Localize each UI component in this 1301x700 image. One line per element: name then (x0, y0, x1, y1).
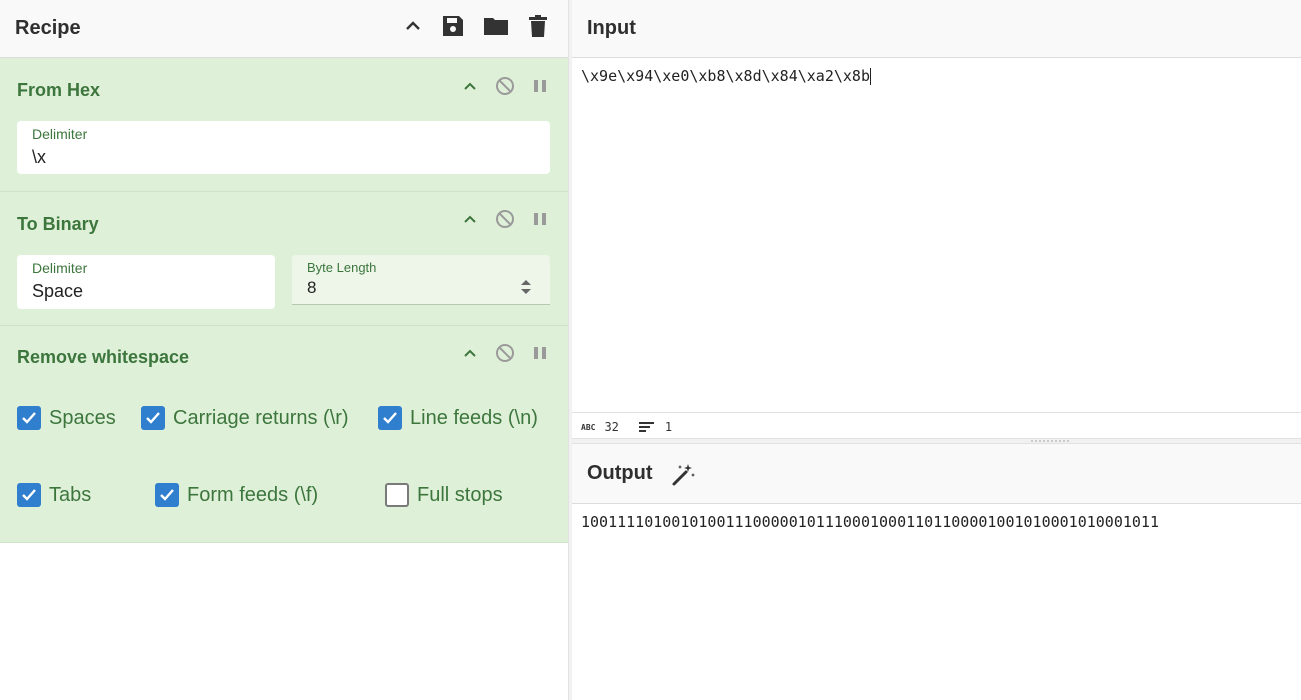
disable-icon[interactable] (494, 208, 515, 229)
operation-from-hex: From Hex Delimiter \x (0, 58, 568, 192)
pane-divider[interactable] (568, 0, 572, 700)
operation-to-binary: To Binary Delimiter Space Byte Length 8 (0, 192, 568, 326)
input-title: Input (587, 17, 636, 39)
stepper-icon[interactable] (520, 277, 532, 302)
checkbox-unchecked-icon[interactable] (385, 483, 409, 507)
checkbox-full-stops[interactable]: Full stops (385, 483, 503, 507)
output-title: Output (587, 462, 653, 484)
chevron-up-icon[interactable] (403, 16, 423, 41)
checkbox-label: Full stops (417, 483, 503, 506)
field-label: Byte Length (307, 260, 377, 275)
operation-remove-whitespace: Remove whitespace Spaces Carriage return… (0, 326, 568, 543)
checkbox-label: Carriage returns (\r) (173, 406, 349, 429)
checkbox-label: Form feeds (\f) (187, 483, 319, 506)
chevron-up-icon[interactable] (459, 75, 480, 96)
folder-icon[interactable] (483, 14, 509, 43)
field-value: \x (32, 147, 47, 167)
checkbox-checked-icon[interactable] (378, 406, 402, 430)
input-status-bar: ABC 32 1 (572, 412, 1301, 441)
pause-icon[interactable] (529, 75, 550, 96)
operation-title: From Hex (17, 80, 101, 100)
delimiter-field[interactable]: Delimiter \x (17, 121, 550, 174)
output-header: Output (572, 444, 1301, 504)
operation-title: To Binary (17, 214, 99, 234)
checkbox-spaces[interactable]: Spaces (17, 406, 116, 430)
operation-title: Remove whitespace (17, 347, 190, 367)
field-value: 8 (307, 278, 317, 297)
checkbox-form-feeds[interactable]: Form feeds (\f) (155, 483, 318, 507)
recipe-header: Recipe (0, 0, 568, 58)
lines-icon (638, 421, 655, 433)
disable-icon[interactable] (494, 342, 515, 363)
field-label: Delimiter (32, 260, 88, 276)
text-cursor (869, 68, 871, 85)
lines-value: 1 (664, 420, 673, 434)
magic-wand-icon[interactable] (671, 461, 697, 487)
pause-icon[interactable] (529, 342, 550, 363)
recipe-title: Recipe (15, 17, 81, 39)
recipe-pane: Recipe From Hex Delimiter \x To Binary D… (0, 0, 568, 700)
checkbox-label: Line feeds (\n) (410, 406, 538, 429)
checkbox-checked-icon[interactable] (17, 406, 41, 430)
delimiter-field[interactable]: Delimiter Space (17, 255, 275, 309)
checkbox-checked-icon[interactable] (155, 483, 179, 507)
chevron-up-icon[interactable] (459, 342, 480, 363)
checkbox-checked-icon[interactable] (17, 483, 41, 507)
byte-length-field[interactable]: Byte Length 8 (292, 255, 550, 305)
length-icon: ABC (581, 422, 596, 432)
checkbox-carriage-returns[interactable]: Carriage returns (\r) (141, 406, 349, 430)
checkbox-label: Tabs (49, 483, 92, 506)
trash-icon[interactable] (527, 14, 549, 43)
input-textarea[interactable]: \x9e\x94\xe0\xb8\x8d\x84\xa2\x8b (581, 67, 871, 85)
input-text: \x9e\x94\xe0\xb8\x8d\x84\xa2\x8b (581, 67, 870, 85)
save-icon[interactable] (441, 14, 465, 43)
disable-icon[interactable] (494, 75, 515, 96)
input-header: Input (572, 0, 1301, 58)
field-label: Delimiter (32, 126, 88, 142)
chevron-up-icon[interactable] (459, 208, 480, 229)
checkbox-checked-icon[interactable] (141, 406, 165, 430)
checkbox-tabs[interactable]: Tabs (17, 483, 91, 507)
pause-icon[interactable] (529, 208, 550, 229)
checkbox-line-feeds[interactable]: Line feeds (\n) (378, 406, 538, 430)
field-value: Space (32, 281, 84, 301)
length-value: 32 (604, 420, 619, 434)
checkbox-label: Spaces (49, 406, 116, 429)
output-text[interactable]: 1001111010010100111000001011100010001101… (581, 513, 1159, 531)
